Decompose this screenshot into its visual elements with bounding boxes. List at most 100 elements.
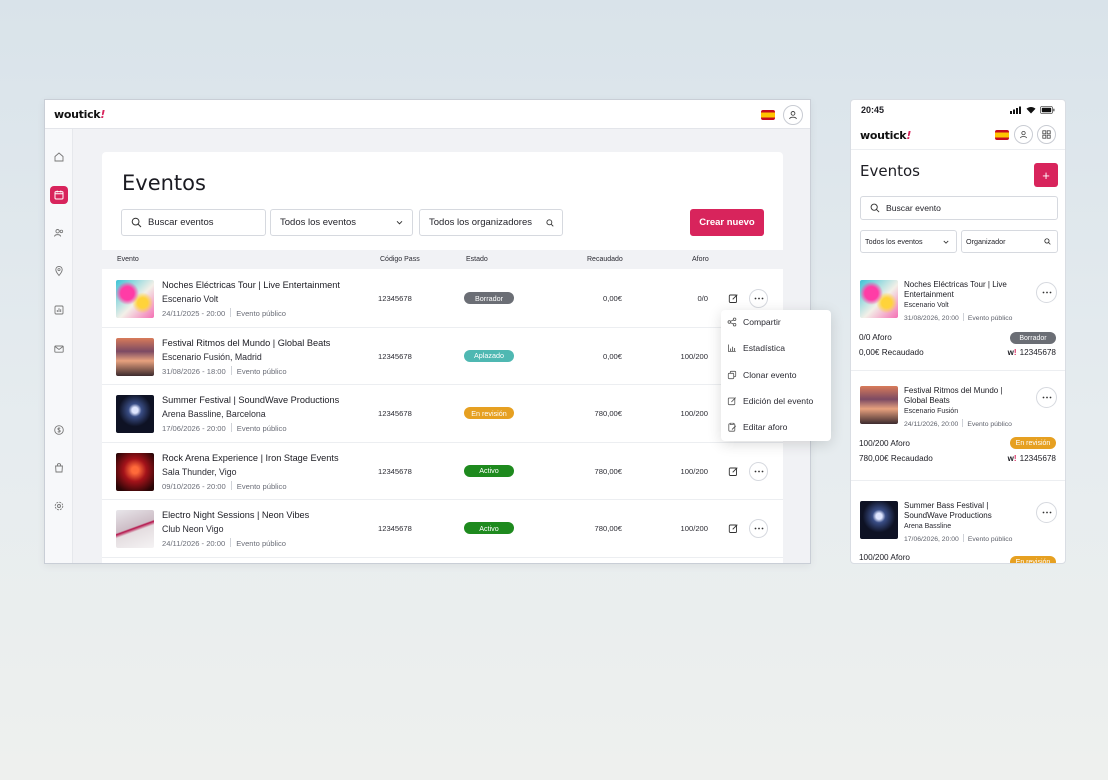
mobile-organizer-filter[interactable]: Organizador bbox=[961, 230, 1058, 253]
mobile-logo[interactable]: woutick! bbox=[860, 129, 911, 142]
status-badge: Aplazado bbox=[464, 349, 514, 362]
event-title[interactable]: Electro Night Sessions | Neon Vibes bbox=[162, 510, 309, 520]
status-badge: Borrador bbox=[464, 292, 514, 304]
bar-chart-icon bbox=[727, 343, 737, 353]
search-icon bbox=[546, 218, 554, 227]
capacity-value: 100/200 Aforo bbox=[859, 439, 910, 448]
more-actions-button[interactable] bbox=[1036, 282, 1057, 303]
capacity-value: 0/0 bbox=[697, 294, 708, 303]
shopping-bag-icon[interactable] bbox=[50, 459, 68, 477]
event-title[interactable]: Festival Ritmos del Mundo | Global Beats bbox=[904, 386, 1024, 406]
events-filter-select[interactable]: Todos los eventos bbox=[270, 209, 413, 236]
event-thumbnail bbox=[116, 452, 154, 491]
more-actions-button[interactable] bbox=[749, 461, 768, 481]
mobile-events-filter[interactable]: Todos los eventos bbox=[860, 230, 957, 253]
capacity-value: 100/200 Aforo bbox=[859, 553, 910, 562]
more-dots-icon bbox=[1042, 511, 1052, 514]
pass-code: 12345678 bbox=[378, 351, 412, 361]
table-row[interactable]: Noches Eléctricas Tour | Live Entertainm… bbox=[102, 270, 783, 328]
event-meta: 24/11/2025 - 20:00 Evento público bbox=[162, 308, 287, 318]
event-actions-menu: Compartir Estadística Clonar evento Edic… bbox=[721, 310, 831, 441]
event-title[interactable]: Noches Eléctricas Tour | Live Entertainm… bbox=[162, 280, 340, 290]
event-title[interactable]: Rock Arena Experience | Iron Stage Event… bbox=[162, 453, 339, 463]
status-badge: Activo bbox=[464, 522, 514, 534]
woutick-pass-icon: w! bbox=[1007, 454, 1017, 463]
event-title[interactable]: Festival Ritmos del Mundo | Global Beats bbox=[162, 338, 330, 348]
mobile-event-card[interactable]: Noches Eléctricas Tour | Live Entertainm… bbox=[851, 270, 1065, 371]
mobile-search-input[interactable]: Buscar evento bbox=[860, 196, 1058, 220]
menu-item-statistics[interactable]: Estadística bbox=[727, 337, 825, 359]
raised-amount: 780,00€ bbox=[594, 409, 622, 418]
mobile-language-flag-icon[interactable] bbox=[995, 130, 1009, 140]
more-actions-button[interactable] bbox=[749, 289, 768, 308]
mobile-page-title: Eventos bbox=[860, 162, 920, 180]
table-row[interactable]: Rock Arena Experience | Iron Stage Event… bbox=[102, 443, 783, 500]
table-row[interactable]: Festival Ritmos del Mundo | Global Beats… bbox=[102, 328, 783, 385]
event-meta: 24/11/2026, 20:00 Evento público bbox=[904, 419, 1012, 428]
search-icon bbox=[1044, 238, 1051, 245]
event-meta: 17/06/2026, 20:00 Evento público bbox=[904, 534, 1013, 543]
users-icon[interactable] bbox=[50, 224, 68, 242]
money-icon[interactable] bbox=[50, 421, 68, 439]
language-flag-icon[interactable] bbox=[761, 110, 775, 120]
signal-icon bbox=[1010, 106, 1022, 114]
mobile-user-icon[interactable] bbox=[1014, 125, 1033, 144]
raised-amount: 0,00€ bbox=[602, 351, 622, 361]
menu-item-share[interactable]: Compartir bbox=[727, 311, 825, 333]
raised-amount: 780,00€ bbox=[594, 524, 622, 533]
table-row[interactable]: Summer Festival | SoundWave Productions … bbox=[102, 385, 783, 443]
more-actions-button[interactable] bbox=[1036, 502, 1057, 523]
mail-icon[interactable] bbox=[50, 340, 68, 358]
more-actions-button[interactable] bbox=[749, 519, 768, 538]
location-pin-icon[interactable] bbox=[50, 262, 68, 280]
event-meta: 31/08/2026, 20:00 Evento público bbox=[904, 313, 1013, 322]
settings-gear-icon[interactable] bbox=[50, 497, 68, 515]
event-venue: Escenario Fusión bbox=[904, 408, 959, 415]
table-row[interactable]: Latin Sound Fest | Viva Música Group Esc… bbox=[102, 558, 783, 564]
pass-code: 12345678 bbox=[378, 294, 412, 303]
menu-item-edit-event[interactable]: Edición del evento bbox=[727, 390, 825, 412]
user-profile-icon[interactable] bbox=[783, 105, 803, 125]
menu-item-clone[interactable]: Clonar evento bbox=[727, 364, 825, 386]
search-icon bbox=[131, 217, 142, 228]
edit-event-button[interactable] bbox=[724, 519, 743, 538]
menu-item-edit-capacity[interactable]: Editar aforo bbox=[727, 416, 825, 438]
edit-icon bbox=[728, 523, 739, 534]
event-thumbnail bbox=[116, 510, 154, 548]
create-new-button[interactable]: Crear nuevo bbox=[690, 209, 764, 236]
logo[interactable]: woutick! bbox=[54, 108, 105, 121]
organizers-filter[interactable]: Todos los organizadores bbox=[419, 209, 563, 236]
status-time: 20:45 bbox=[861, 105, 885, 115]
event-thumbnail bbox=[860, 386, 898, 424]
top-bar: woutick! bbox=[45, 100, 810, 129]
mobile-event-card[interactable]: Festival Ritmos del Mundo | Global Beats… bbox=[851, 371, 1065, 481]
event-title[interactable]: Summer Bass Festival | SoundWave Product… bbox=[904, 501, 1024, 521]
raised-amount: 780,00€ Recaudado bbox=[859, 563, 933, 564]
edit-event-button[interactable] bbox=[724, 461, 743, 481]
more-actions-button[interactable] bbox=[1036, 387, 1057, 408]
more-dots-icon bbox=[754, 297, 764, 300]
home-icon[interactable] bbox=[50, 148, 68, 166]
apps-grid-icon[interactable] bbox=[1037, 125, 1056, 144]
mobile-add-button[interactable]: + bbox=[1034, 163, 1058, 187]
pass-code: w! 12345678 bbox=[1007, 348, 1056, 357]
event-meta: 09/10/2026 - 20:00 Evento público bbox=[162, 480, 287, 491]
table-row[interactable]: Electro Night Sessions | Neon Vibes Club… bbox=[102, 500, 783, 558]
mobile-event-card[interactable]: Summer Bass Festival | SoundWave Product… bbox=[851, 481, 1065, 564]
mobile-divider bbox=[851, 149, 1065, 150]
search-icon bbox=[870, 203, 880, 213]
mobile-screen: 20:45 woutick! Eventos + Buscar evento T… bbox=[850, 99, 1066, 564]
event-title[interactable]: Noches Eléctricas Tour | Live Entertainm… bbox=[904, 280, 1024, 300]
calendar-icon[interactable] bbox=[50, 186, 68, 204]
edit-event-button[interactable] bbox=[724, 289, 743, 308]
battery-icon bbox=[1040, 106, 1055, 114]
event-meta: 24/11/2026 - 20:00 Evento público bbox=[162, 538, 287, 548]
event-meta: 17/06/2026 - 20:00 Evento público bbox=[162, 423, 287, 433]
event-venue: Arena Bassline bbox=[904, 523, 952, 530]
copy-icon bbox=[727, 370, 737, 380]
stats-icon[interactable] bbox=[50, 301, 68, 319]
search-input[interactable]: Buscar eventos bbox=[121, 209, 266, 236]
event-title[interactable]: Summer Festival | SoundWave Productions bbox=[162, 395, 339, 405]
status-badge: En revisión bbox=[1010, 437, 1056, 449]
capacity-value: 100/200 bbox=[680, 409, 708, 418]
